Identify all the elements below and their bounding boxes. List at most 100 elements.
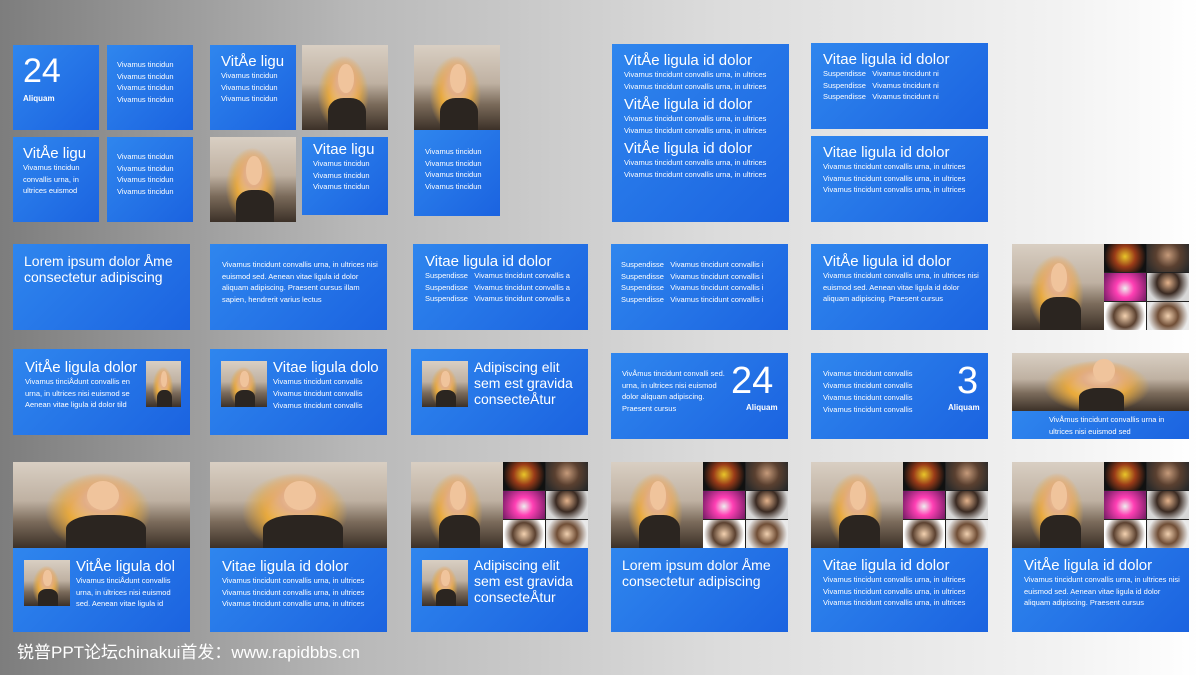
tile-line: Vivamus tincidunt convallis [823,393,913,402]
tile-line: Vivamus tincidun [221,94,278,103]
tile-line: Suspendisse Vivamus tincidunt convallis … [425,271,570,280]
tile-number-paragraph[interactable]: VivÅmus tincidunt convalli sed. urna, in… [611,353,788,439]
tile-thumb-adipiscing[interactable]: Adipiscing elit sem est gravida consecte… [411,349,588,435]
tile-vitae-short[interactable]: VitÅe ligu Vivamus tincidun convallis ur… [13,137,99,222]
tile-number-24[interactable]: 24 Aliquam [13,45,99,130]
tile-line: Vivamus tincidun [221,71,278,80]
person-photo [210,462,387,548]
mosaic-photo [746,491,788,519]
tile-title: Vitae ligula dolo [273,359,379,376]
tile-photo-lorem[interactable]: Lorem ipsum dolor Åme consectetur adipis… [611,548,788,632]
tile-photo-vitae-thumb[interactable]: VitÅe ligula dol Vivamus tinciÅdunt conv… [13,548,190,632]
tile-title: Vitae ligula id dolor [425,253,552,270]
tile-number-label: Aliquam [23,94,55,103]
tile-line: Suspendisse Vivamus tincidunt convallis … [621,260,764,269]
person-thumb [146,361,181,407]
tile-vitae-lines[interactable]: Vitae ligula id dolor Vivamus tincidunt … [811,136,988,222]
person-photo [210,137,296,222]
mosaic-photo [546,491,588,519]
tile-list-a[interactable]: Vivamus tincidun Vivamus tincidun Vivamu… [107,45,193,130]
tile-triple-vitae[interactable]: VitÅe ligula id dolor Vivamus tincidunt … [612,44,789,222]
tile-heading: Adipiscing elit sem est gravida consecte… [474,557,573,605]
tile-line: Vivamus tincidunt convallis urna, in ult… [222,599,365,608]
mosaic-photo [1104,273,1146,301]
tile-line: Suspendisse Vivamus tincidunt convallis … [621,271,764,281]
list-item: Vivamus tincidun [117,83,174,92]
mosaic-photo [1104,302,1146,330]
list-item: Vivamus tincidun [117,152,174,161]
tile-title: VitÅe ligula id dolor [823,253,952,270]
person-photo [811,462,903,548]
tile-paragraph[interactable]: Vivamus tincidunt convallis urna, in ult… [210,244,387,330]
mosaic-photo [946,520,988,548]
list-item: Vivamus tincidun [425,158,482,168]
mosaic-photo [1104,244,1146,272]
tile-line: Suspendisse Vivamus tincidunt convallis … [621,294,764,304]
tile-suspendisse-rows[interactable]: Suspendisse Vivamus tincidunt convallis … [611,244,788,330]
tile-line: Vivamus tincidunt convallis urna, in ult… [222,587,365,597]
tile-number-3[interactable]: Vivamus tincidunt convallis Vivamus tinc… [811,353,988,439]
tile-list-c[interactable]: Vivamus tincidun Vivamus tincidun Vivamu… [414,130,500,216]
tile-line: Vivamus tincidunt convallis [273,377,363,386]
tile-paragraph-text: VivÅmus tincidunt convalli sed. urna, in… [622,369,725,413]
tile-title: Vitae ligu [313,141,375,158]
tile-vitae-photo-b[interactable]: Vitae ligu Vivamus tincidun Vivamus tinc… [302,137,388,215]
mosaic-photo [903,520,945,548]
person-thumb [221,361,267,407]
mosaic-photo [503,491,545,519]
tile-title: VitÅe ligula id dolor [624,52,753,69]
tile-line: Vivamus tincidun [221,82,278,92]
tile-photo-adipiscing[interactable]: Adipiscing elit sem est gravida consecte… [411,548,588,632]
tile-title: Vitae ligula id dolor [823,51,950,68]
list-item: Vivamus tincidun [425,147,482,156]
tile-paragraph-text: Vivamus tincidunt convallis urna, in ult… [1024,575,1180,607]
people-mosaic [903,462,988,548]
footer-credit: 锐普PPT论坛chinakui首发：www.rapidbbs.cn [17,643,360,662]
person-photo [414,45,500,130]
tile-line: ultrices euismod [23,186,78,195]
mosaic-photo [746,462,788,490]
tile-line: Vivamus tincidunt convallis [273,401,363,410]
list-item: Vivamus tincidun [425,181,482,191]
tile-photo-vitae-paragraph[interactable]: VitÅe ligula id dolor Vivamus tincidunt … [1012,548,1189,632]
tile-vitae-photo-a[interactable]: VitÅe ligu Vivamus tincidun Vivamus tinc… [210,45,296,130]
tile-thumb-vitae[interactable]: Vitae ligula dolo Vivamus tincidunt conv… [210,349,387,435]
mosaic-photo [1147,273,1189,301]
tile-vitae-dolor-photo[interactable]: VitÅe ligula dolor Vivamus tinciÅdunt co… [13,349,190,435]
mosaic-photo [946,462,988,490]
tile-vitae-suspendisse[interactable]: Vitae ligula id dolor Suspendisse Vivamu… [413,244,588,330]
tile-number-label: Aliquam [746,403,778,412]
tile-photo-vitae[interactable]: Vitae ligula id dolor Vivamus tincidunt … [210,548,387,632]
mosaic-photo [503,462,545,490]
tile-heading: Adipiscing elit sem est gravida consecte… [474,359,573,407]
person-photo [1012,353,1189,411]
tile-line: Vivamus tincidun [313,159,370,168]
mosaic-photo [1147,302,1189,330]
tile-heading: Lorem ipsum dolor Åme consectetur adipis… [622,557,771,589]
list-item: Vivamus tincidun [117,60,174,69]
people-mosaic [503,462,588,548]
tile-line: Suspendisse Vivamus tincidunt ni [823,69,939,78]
people-mosaic [703,462,788,548]
tile-number: 24 [731,360,774,402]
tile-number-label: Aliquam [948,403,980,412]
tile-vitae-paragraph[interactable]: VitÅe ligula id dolor Vivamus tincidunt … [811,244,988,330]
tile-suspendisse[interactable]: Vitae ligula id dolor Suspendisse Vivamu… [811,43,988,129]
tile-title: VitÅe ligula dol [76,558,175,575]
tile-line: Vivamus tincidunt convallis [823,381,913,390]
tile-lorem-heading[interactable]: Lorem ipsum dolor Åme consectetur adipis… [13,244,190,330]
tile-line: Vivamus tincidunt convallis [273,389,363,398]
people-mosaic [1104,244,1189,330]
tile-photo-vitae-lines[interactable]: Vitae ligula id dolor Vivamus tincidunt … [811,548,988,632]
tile-list-b[interactable]: Vivamus tincidun Vivamus tincidun Vivamu… [107,137,193,222]
mosaic-photo [1147,462,1189,490]
tile-photo-caption[interactable]: VivÅmus tincidunt convallis urna in ultr… [1012,411,1189,439]
mosaic-photo [946,491,988,519]
tile-line: Suspendisse Vivamus tincidunt convallis … [425,282,570,292]
tile-title: VitÅe ligula id dolor [624,96,753,113]
tile-line: Vivamus tincidunt convallis urna, in ult… [823,173,966,183]
list-item: Vivamus tincidun [117,94,174,104]
mosaic-photo [1104,520,1146,548]
tile-paragraph-text: Vivamus tinciÅdunt convallis urna, in ul… [76,576,171,608]
mosaic-photo [703,520,745,548]
